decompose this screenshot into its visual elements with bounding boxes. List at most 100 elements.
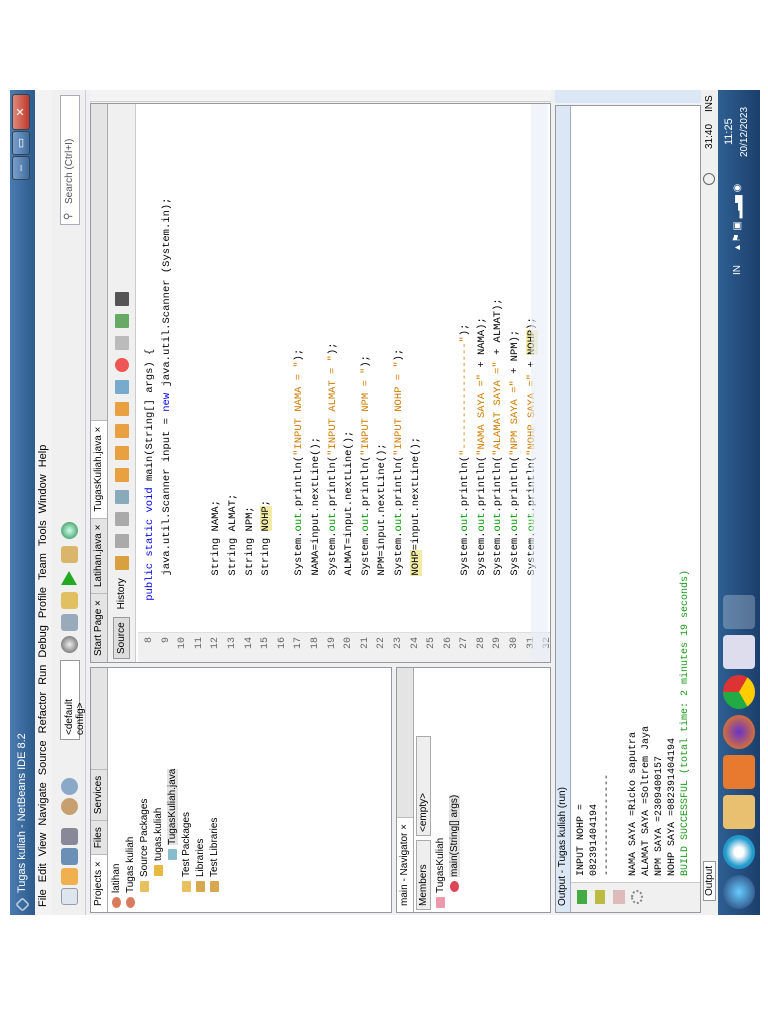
tree-node-test-libraries[interactable]: Test Libraries	[209, 672, 223, 908]
config-select[interactable]: <default config>	[60, 660, 86, 740]
menu-refactor[interactable]: Refactor	[37, 692, 50, 734]
find-next-icon[interactable]	[114, 446, 129, 461]
rotated-page: Tugas kuliah - NetBeans IDE 8.2 – ▭ ✕ Fi…	[0, 0, 768, 1024]
code-line: NPM=input.nextLine();	[376, 443, 389, 626]
menu-view[interactable]: View	[37, 833, 50, 857]
chrome-icon[interactable]	[723, 675, 755, 709]
internet-explorer-icon[interactable]	[723, 835, 755, 869]
close-button[interactable]: ✕	[12, 94, 30, 130]
tree-node-tugaskuliah-java[interactable]: TugasKuliah.java	[167, 672, 181, 908]
undo-icon[interactable]	[61, 798, 78, 815]
new-project-icon[interactable]	[61, 868, 78, 885]
forward-icon[interactable]	[114, 512, 129, 527]
find-icon[interactable]	[114, 490, 129, 505]
tab-latihan-java[interactable]: Latihan.java ×	[91, 517, 107, 594]
clock-date[interactable]: 20/12/2023	[739, 107, 750, 157]
search-input[interactable]: ⚲ Search (Ctrl+I)	[60, 95, 80, 225]
uncomment-icon[interactable]	[114, 292, 129, 307]
word-icon[interactable]	[723, 635, 755, 669]
tree-node-package[interactable]: tugas.kuliah	[153, 672, 167, 908]
rerun-icon[interactable]	[577, 890, 587, 904]
nav-method-node[interactable]: main(String[] args)	[449, 672, 463, 908]
maximize-button[interactable]: ▭	[12, 131, 30, 155]
clean-icon[interactable]	[61, 592, 78, 609]
settings-icon[interactable]	[631, 890, 643, 904]
menu-run[interactable]: Run	[37, 665, 50, 685]
editor-toolbar: Source History	[108, 104, 136, 662]
insert-mode: INS	[704, 95, 715, 112]
tree-node-source-packages[interactable]: Source Packages	[139, 672, 153, 908]
java-file-icon	[167, 849, 177, 860]
netbeans-taskbar-icon[interactable]	[723, 595, 755, 629]
find-previous-icon[interactable]	[114, 468, 129, 483]
clean-build-icon[interactable]	[61, 614, 78, 631]
members-select[interactable]: Members	[416, 840, 431, 910]
nav-class-node[interactable]: TugasKuliah	[435, 672, 449, 908]
file-explorer-icon[interactable]	[723, 795, 755, 829]
line-number: 22	[376, 637, 388, 650]
history-button[interactable]: History	[114, 574, 129, 613]
tree-node-test-packages[interactable]: Test Packages	[181, 672, 195, 908]
shift-right-icon[interactable]	[114, 380, 129, 395]
line-number: 12	[210, 637, 222, 650]
line-number: 16	[276, 637, 288, 650]
menu-file[interactable]: File	[37, 889, 50, 907]
cloud-app-icon[interactable]	[723, 755, 755, 789]
menu-edit[interactable]: Edit	[37, 863, 50, 882]
clock-time[interactable]: 11:25	[723, 118, 735, 145]
code-area[interactable]: 8 9 10 11 12 13 14 15 16 17 18 19 20 21 22 23 24 25 26 27 28…	[138, 104, 553, 662]
run-icon[interactable]	[61, 571, 77, 585]
comment-icon[interactable]	[114, 314, 129, 329]
code-line: String NPM;	[243, 506, 256, 626]
profile-icon[interactable]	[61, 522, 78, 539]
tree-node-tugas-kuliah[interactable]: Tugas kuliah	[125, 672, 139, 908]
new-file-icon[interactable]	[61, 888, 78, 905]
last-edit-icon[interactable]	[114, 556, 129, 571]
tray-icons[interactable]: ▴ ⚑ ▣ ▂▃▅ ◉	[732, 184, 743, 250]
build-icon[interactable]	[61, 636, 78, 653]
debug-icon[interactable]	[61, 546, 78, 563]
line-number: 14	[243, 637, 255, 650]
toggle-highlight-icon[interactable]	[114, 424, 129, 439]
menu-help[interactable]: Help	[37, 445, 50, 468]
save-all-icon[interactable]	[61, 828, 78, 845]
line-number: 11	[193, 637, 205, 650]
error-stripe[interactable]	[90, 90, 551, 102]
firefox-icon[interactable]	[723, 715, 755, 749]
tree-node-libraries[interactable]: Libraries	[195, 672, 209, 908]
menu-navigate[interactable]: Navigate	[37, 782, 50, 825]
redo-icon[interactable]	[61, 778, 78, 795]
stop-icon[interactable]	[613, 890, 625, 904]
minimize-button[interactable]: –	[12, 156, 30, 180]
language-indicator[interactable]: IN	[732, 265, 743, 275]
menu-debug[interactable]: Debug	[37, 625, 50, 657]
tab-navigator[interactable]: main - Navigator ×	[397, 817, 413, 912]
tab-tugaskuliah-java[interactable]: TugasKuliah.java ×	[91, 419, 107, 518]
menu-tools[interactable]: Tools	[37, 520, 50, 546]
shift-left-icon[interactable]	[114, 402, 129, 417]
menu-team[interactable]: Team	[37, 553, 50, 580]
stop-macro-icon[interactable]	[114, 336, 129, 351]
package-icon	[153, 865, 163, 876]
tab-start-page[interactable]: Start Page ×	[91, 593, 107, 662]
menu-profile[interactable]: Profile	[37, 587, 50, 618]
start-button[interactable]	[723, 875, 755, 909]
search-placeholder: Search (Ctrl+I)	[64, 138, 75, 204]
code-line: System.out.println("INPUT ALMAT = ");	[326, 342, 339, 626]
tree-node-latihan[interactable]: latihan	[111, 672, 125, 908]
start-macro-icon[interactable]	[114, 358, 129, 373]
filter-select[interactable]: <empty>	[416, 736, 431, 836]
output-toggle-button[interactable]: Output	[703, 860, 716, 901]
open-project-icon[interactable]	[61, 848, 78, 865]
rerun-options-icon[interactable]	[595, 890, 605, 904]
back-icon[interactable]	[114, 534, 129, 549]
tab-services[interactable]: Services	[91, 768, 107, 821]
tab-files[interactable]: Files	[91, 820, 107, 855]
notifications-icon[interactable]	[703, 173, 715, 185]
source-button[interactable]: Source	[113, 617, 130, 659]
tab-projects[interactable]: Projects ×	[91, 854, 107, 912]
menu-source[interactable]: Source	[37, 740, 50, 775]
current-line-highlight	[531, 104, 548, 662]
menu-window[interactable]: Window	[37, 474, 50, 513]
